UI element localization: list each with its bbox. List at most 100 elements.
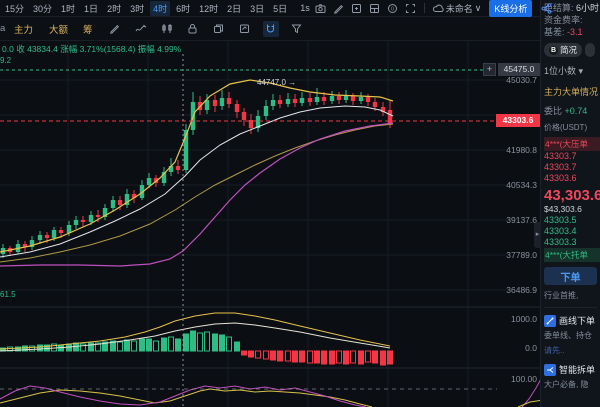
- layout-name: 未命名: [446, 2, 473, 15]
- chart-column: 15分 30分 1时 1日 2时 3时 4时 6时 12时 2日 3日 5日 1…: [0, 0, 540, 407]
- sell-wall-banner[interactable]: 4***(大压单: [544, 137, 600, 151]
- bid-row[interactable]: 43303.3: [544, 237, 600, 248]
- clipped-indicator-value: 9.2: [0, 56, 11, 65]
- timeframe-30m[interactable]: 30分: [30, 1, 55, 16]
- settlement-value: 6小时: [576, 3, 599, 13]
- smart-split-desc: 大户必备, 隐: [544, 379, 600, 391]
- tab-large-orders[interactable]: 大额: [49, 22, 68, 36]
- main-chart[interactable]: 45030.741980.840534.339137.637789.036486…: [0, 0, 540, 407]
- svg-text:45030.7: 45030.7: [506, 75, 537, 85]
- svg-text:39137.6: 39137.6: [506, 215, 537, 225]
- close-value: 43834.4: [27, 44, 58, 54]
- change-label: 涨幅: [60, 44, 77, 54]
- lock-icon[interactable]: [185, 21, 201, 37]
- edit-note-icon[interactable]: [237, 21, 253, 37]
- funding-row: 资金费率:: [544, 14, 600, 26]
- layout-name-menu[interactable]: 未命名 ∨: [433, 2, 482, 15]
- draw-order-icon: [544, 315, 556, 327]
- decimal-precision-value: 1位小数: [544, 66, 576, 76]
- last-trade-price: 43,303.6: [544, 187, 600, 204]
- clipped-left-value: 61.5: [0, 290, 16, 299]
- svg-text:0.0: 0.0: [525, 343, 537, 353]
- basis-value: -3.1: [567, 27, 583, 37]
- trading-app: 15分 30分 1时 1日 2时 3时 4时 6时 12时 2日 3日 5日 1…: [0, 0, 600, 407]
- bitcoin-icon: B: [549, 46, 558, 55]
- timeframe-2h[interactable]: 2时: [104, 1, 124, 16]
- ask-row[interactable]: 43303.6: [544, 173, 600, 184]
- svg-text:100.00: 100.00: [511, 374, 537, 384]
- last-price-label[interactable]: 43303.6: [496, 114, 540, 127]
- magnet-tool-icon[interactable]: [263, 21, 279, 37]
- place-order-button[interactable]: 下单: [544, 267, 597, 285]
- clipped-tab: a: [0, 23, 6, 34]
- profile-buttons: B 简况: [544, 43, 600, 57]
- svg-text:1000.0: 1000.0: [511, 314, 537, 324]
- draw-pencil-icon[interactable]: [107, 21, 123, 37]
- camera-icon[interactable]: [313, 2, 328, 15]
- candle-style-icon[interactable]: [159, 21, 175, 37]
- timeframe-2d[interactable]: 2日: [224, 1, 244, 16]
- duplicate-icon[interactable]: [211, 21, 227, 37]
- svg-text:0: 0: [391, 6, 394, 12]
- svg-text:36486.9: 36486.9: [506, 285, 537, 295]
- smart-split-card[interactable]: 智能拆单 大户必备, 隐: [544, 363, 600, 391]
- tab-main-force[interactable]: 主力: [14, 22, 33, 36]
- tools-toolbar: a 主力 大额 筹: [0, 17, 540, 41]
- bid-row[interactable]: 43303.4: [544, 226, 600, 237]
- layout-icon[interactable]: [367, 2, 382, 15]
- decimal-precision-select[interactable]: 1位小数 ▾: [544, 65, 600, 77]
- alert-price-label[interactable]: 45475.0: [498, 63, 540, 76]
- draw-order-card[interactable]: 画线下单 委单线、持仓 请先..: [544, 314, 600, 357]
- draw-order-link[interactable]: 请先..: [544, 345, 600, 357]
- timeframe-toolbar: 15分 30分 1时 1日 2时 3时 4时 6时 12时 2日 3日 5日 1…: [0, 0, 540, 17]
- timeframe-3h[interactable]: 3时: [127, 1, 147, 16]
- timeframe-3d[interactable]: 3日: [247, 1, 267, 16]
- basis-label: 基差:: [544, 27, 565, 37]
- timeframe-5d[interactable]: 5日: [270, 1, 290, 16]
- last-trade-price-usd: $43,303.6: [544, 204, 600, 215]
- draw-order-desc: 委单线、持仓: [544, 330, 600, 342]
- kline-analysis-button[interactable]: K线分析: [489, 0, 532, 17]
- freehand-draw-icon[interactable]: [133, 21, 149, 37]
- fullscreen-icon[interactable]: [403, 2, 418, 15]
- profile-button[interactable]: B 简况: [544, 43, 582, 57]
- add-alert-button[interactable]: +: [483, 63, 496, 76]
- smart-split-icon: [544, 364, 556, 376]
- filter-funnel-icon[interactable]: [289, 21, 305, 37]
- close-label: 收: [16, 44, 25, 54]
- price-column-header: 价格(USDT): [544, 122, 600, 134]
- timeframe-15m[interactable]: 15分: [2, 1, 27, 16]
- orderbook-panel: 距结算: 6小时 资金费率: 基差: -3.1 B 简况 1位小数 ▾ 主力大单…: [540, 0, 600, 407]
- annotation-value: 44747.0: [257, 78, 286, 87]
- clipped-button[interactable]: [585, 43, 595, 57]
- chevron-down-icon: ▾: [579, 66, 584, 76]
- funding-label: 资金费率:: [544, 15, 583, 25]
- share-icon[interactable]: [539, 2, 554, 15]
- ohlc-legend: 0.0 收 43834.4 涨幅 3.71%(1568.4) 振幅 4.99%: [2, 43, 181, 55]
- add-pane-icon[interactable]: [349, 2, 364, 15]
- timeframe-12h[interactable]: 12时: [196, 1, 221, 16]
- profile-button-label: 简况: [560, 44, 577, 56]
- cloud-icon: [433, 4, 444, 13]
- timeframe-4h-selected[interactable]: 4时: [150, 1, 170, 16]
- timeframe-1d[interactable]: 1日: [81, 1, 101, 16]
- bid-row[interactable]: 43303.5: [544, 215, 600, 226]
- draw-order-title: 画线下单: [559, 314, 595, 327]
- pencil-icon[interactable]: [331, 2, 346, 15]
- panel-collapse-handle[interactable]: ▸: [534, 222, 541, 248]
- promo-text: 行业首推,: [544, 290, 600, 302]
- change-value: 3.71%(1568.4): [80, 44, 136, 54]
- ask-row[interactable]: 43303.7: [544, 151, 600, 162]
- smart-split-title: 智能拆单: [559, 363, 595, 376]
- timeframe-6h[interactable]: 6时: [173, 1, 193, 16]
- price-annotation: 44747.0 →: [257, 78, 296, 87]
- buy-wall-banner[interactable]: 4***(大托单: [544, 248, 600, 262]
- tab-chips[interactable]: 筹: [83, 22, 93, 36]
- indicator-count-icon[interactable]: 0: [385, 2, 400, 15]
- chevron-down-icon: ∨: [475, 3, 482, 14]
- timeframe-1s[interactable]: 1s: [300, 3, 310, 13]
- ratio-value: +0.74: [565, 106, 588, 116]
- timeframe-1h[interactable]: 1时: [58, 1, 78, 16]
- ask-row[interactable]: 43303.7: [544, 162, 600, 173]
- svg-text:37789.0: 37789.0: [506, 250, 537, 260]
